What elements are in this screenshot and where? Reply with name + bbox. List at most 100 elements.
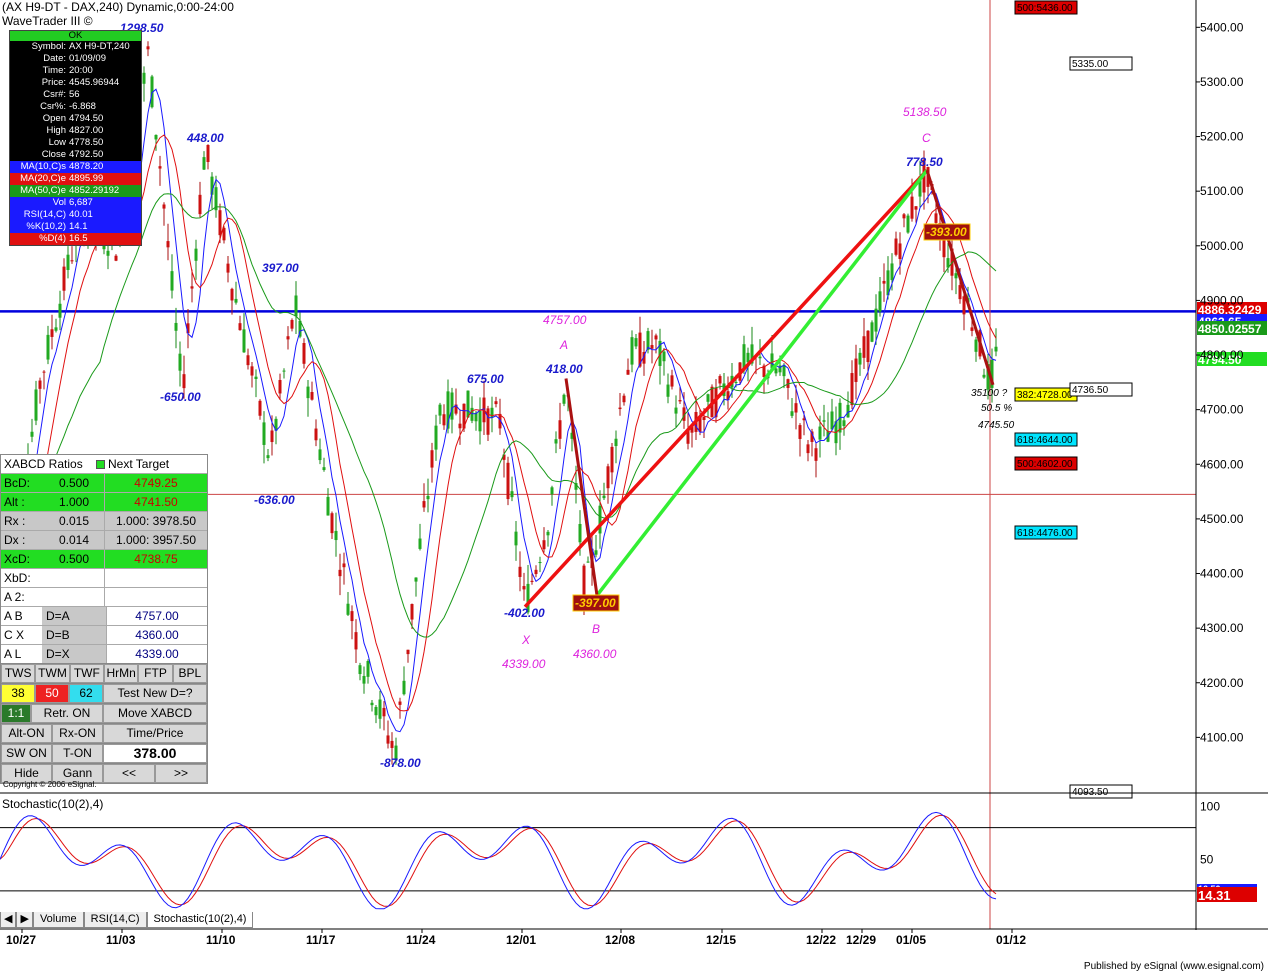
info-row: MA(20,C)e 4895.99 [10,173,141,185]
wave-button-hrmn[interactable]: HrMn [103,664,139,683]
candle-body [666,384,670,397]
stochastic-title: Stochastic(10(2),4) [2,797,104,811]
candle-body [250,366,254,376]
info-value: 6,687 [69,197,93,208]
info-key: MA(50,C)e [20,185,66,196]
wave-button-bpl[interactable]: BPL [172,664,207,683]
ratio-label: Rx : [4,514,26,528]
candle-body [882,280,886,284]
candle-body [206,144,210,162]
next-button[interactable]: >> [155,764,207,783]
candle-body [782,364,786,377]
cursor-info-panel: OK Symbol: AX H9-DT,240 Date: 01/09/09 Time:… [9,30,142,246]
info-row: Date: 01/09/09 [10,53,141,65]
y-tick-label: 5300.00 [1200,75,1244,89]
candle-body [818,426,822,440]
xabcd-ratio-row: Dx : 0.014 1.000: 3957.50 [1,530,207,549]
sw-on-button[interactable]: SW ON [1,744,52,763]
pattern-label: 4757.00 [543,313,587,327]
t-on-button[interactable]: T-ON [52,744,103,763]
credit-text: Published by eSignal (www.esignal.com) [1083,961,1264,972]
candle-body [598,505,602,534]
tab-scroll-right[interactable]: ▶ [16,912,33,928]
info-key: %D(4) [39,233,66,244]
info-row: Time: 20:00 [10,65,141,77]
wave-count-50[interactable]: 50 [35,684,69,703]
info-key: Open [42,113,66,124]
candle-body [354,632,358,650]
candle-body [862,336,866,358]
candle-body [822,420,826,422]
wave-button-twf[interactable]: TWF [69,664,104,683]
xabcd-ratio-row: Rx : 0.015 1.000: 3978.50 [1,511,207,530]
x-tick-label: 11/17 [306,933,336,947]
candle-body [626,369,630,375]
ratio-label: Alt : [4,495,25,509]
x-tick-label: 01/12 [996,933,1026,947]
prev-button[interactable]: << [103,764,155,783]
candle-body [958,285,962,300]
target-box-label: 500:5436.00 [1017,3,1073,14]
green-square-icon [96,460,105,469]
move-xabcd-button[interactable]: Move XABCD [103,704,207,723]
candle-body [470,407,474,421]
candle-body [438,404,442,416]
tab-rsi[interactable]: RSI(14,C) [83,912,147,928]
test-new-button[interactable]: Test New D=? [103,684,207,703]
info-row: Price: 4545.96944 [10,77,141,89]
info-value: 56 [69,89,80,100]
candle-body [430,450,434,468]
candle-body [426,495,430,500]
info-value: 4827.00 [69,125,104,136]
wave-button-tws[interactable]: TWS [1,664,36,683]
candle-body [630,337,634,365]
candle-body [190,286,194,289]
info-value: 4852.29192 [69,185,120,196]
x-tick-label: 12/01 [506,933,536,947]
ratio-button[interactable]: 1:1 [1,704,31,723]
pattern-xc-line [523,168,929,609]
candle-body [554,439,558,444]
info-key: Time: [42,65,66,76]
wave-button-twm[interactable]: TWM [35,664,70,683]
retr-button[interactable]: Retr. ON [31,704,103,723]
target-box-label: 500:4602.00 [1017,459,1073,470]
time-price-button[interactable]: Time/Price [103,724,207,743]
candle-body [538,562,542,564]
pattern-label: 4360.00 [573,647,617,661]
ratio-label: XbD: [4,571,31,585]
y-tick-label: 4400.00 [1200,567,1244,581]
rx-on-button[interactable]: Rx-ON [52,724,103,743]
info-key: Date: [43,53,66,64]
candle-body [362,675,366,684]
candle-body [674,407,678,414]
target-box-label: 618:4644.00 [1017,435,1073,446]
wave-count-62[interactable]: 62 [69,684,103,703]
ratio-label: Dx : [4,533,26,547]
candle-body [162,204,166,209]
xabcd-panel: XABCD Ratios Next Target BcD: 0.500 4749.2… [0,454,208,784]
candle-body [146,46,150,50]
tab-stochastic[interactable]: Stochastic(10(2),4) [146,912,254,928]
tab-volume[interactable]: Volume [32,912,84,928]
candle-body [618,407,622,410]
candle-body [654,335,658,340]
d-row-label: A L [4,647,22,661]
ratio-value [44,569,104,587]
candle-body [494,401,498,405]
wave-button-ftp[interactable]: FTP [138,664,173,683]
candle-body [398,701,402,705]
d-row-rel: D=B [42,626,106,644]
x-tick-label: 01/05 [896,933,926,947]
wave-count-38[interactable]: 38 [1,684,35,703]
info-key: RSI(14,C) [23,209,66,220]
time-price-value: 378.00 [103,744,207,763]
info-row: High 4827.00 [10,125,141,137]
candle-body [142,72,146,84]
tab-scroll-left[interactable]: ◀ [0,912,17,928]
info-row: Csr%: -6.868 [10,101,141,113]
info-value: -6.868 [69,101,96,112]
candle-body [46,334,50,360]
candle-body [518,566,522,577]
alt-on-button[interactable]: Alt-ON [1,724,52,743]
